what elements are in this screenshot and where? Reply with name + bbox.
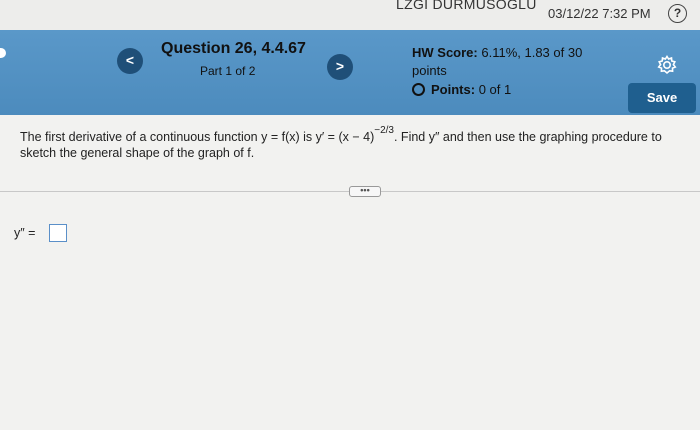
hw-score-label: HW Score:	[412, 45, 478, 60]
question-text: The first derivative of a continuous fun…	[20, 125, 700, 161]
question-part: Part 1 of 2	[200, 64, 256, 78]
circle-icon	[412, 83, 425, 96]
question-title: Question 26, 4.4.67	[161, 40, 306, 57]
hw-score: HW Score: 6.11%, 1.83 of 30 points	[412, 44, 602, 80]
next-question-button[interactable]: >	[327, 54, 353, 80]
answer-input[interactable]	[49, 224, 67, 242]
datetime: 03/12/22 7:32 PM	[548, 6, 651, 21]
question-exponent: −2/3	[374, 125, 394, 136]
gear-icon[interactable]	[654, 52, 680, 78]
points-label: Points:	[431, 82, 476, 97]
points-row: Points: 0 of 1	[412, 82, 511, 97]
question-header: < Question 26, 4.4.67 Part 1 of 2 > HW S…	[0, 30, 700, 115]
save-button[interactable]: Save	[628, 83, 696, 113]
top-bar: LZGI DURMUSOGLU 03/12/22 7:32 PM ?	[0, 0, 700, 30]
question-text-start: The first derivative of a continuous fun…	[20, 130, 375, 145]
expand-more-button[interactable]: •••	[349, 186, 381, 197]
help-icon[interactable]: ?	[668, 4, 687, 23]
username: LZGI DURMUSOGLU	[396, 0, 537, 12]
prev-question-button[interactable]: <	[117, 48, 143, 74]
side-tab[interactable]	[0, 48, 6, 58]
answer-label: y″ =	[14, 226, 36, 240]
points-value: 0 of 1	[478, 82, 512, 97]
